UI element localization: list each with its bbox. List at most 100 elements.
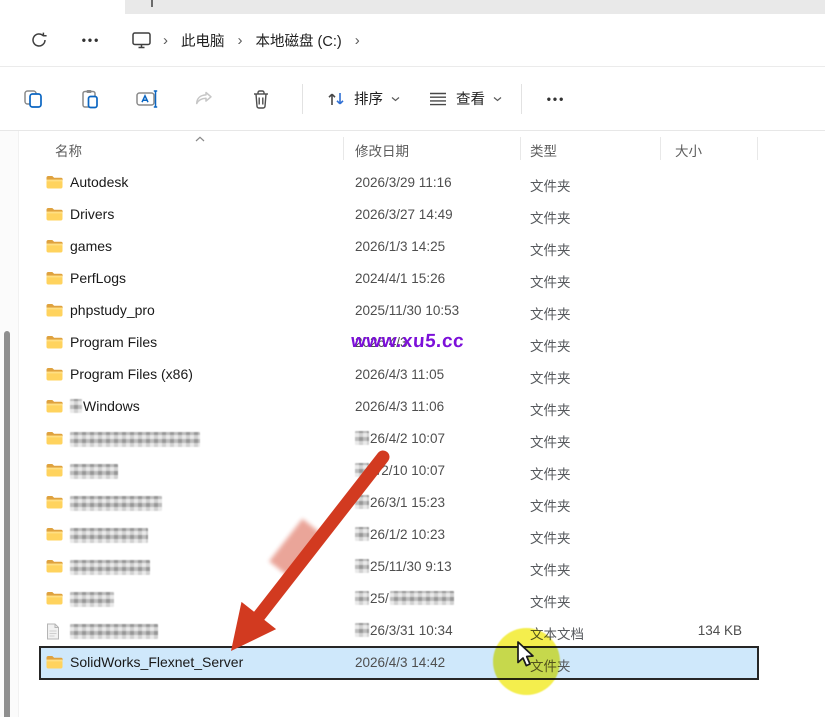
date-modified: 2026/1/3 14:25	[355, 239, 445, 254]
copy-icon	[22, 88, 44, 110]
folder-icon	[46, 463, 63, 477]
censored-file-name	[70, 624, 158, 639]
folder-icon	[46, 431, 63, 445]
tab-strip	[0, 0, 825, 14]
file-row[interactable]: 25/11/30 9:13文件夹	[40, 551, 758, 583]
file-row[interactable]: 25/文件夹	[40, 583, 758, 615]
file-row[interactable]: games2026/1/3 14:25文件夹	[40, 231, 758, 263]
column-header-row: 名称 修改日期 类型 大小	[19, 132, 825, 164]
file-type: 文件夹	[530, 207, 571, 227]
breadcrumb-chevron[interactable]: ›	[156, 32, 175, 49]
sort-button[interactable]: 排序	[315, 81, 411, 117]
nav-more-button[interactable]: •••	[76, 25, 106, 55]
censor-blob	[390, 591, 454, 605]
view-button[interactable]: 查看	[417, 81, 513, 117]
folder-icon	[46, 495, 63, 509]
censor-blob	[70, 399, 82, 413]
file-row-selected[interactable]: SolidWorks_Flexnet_Server2026/4/3 14:42文…	[40, 647, 758, 679]
file-list: Autodesk2026/3/29 11:16文件夹Drivers2026/3/…	[0, 167, 825, 679]
breadcrumb-chevron[interactable]: ›	[231, 32, 250, 49]
date-modified: 26/1/2 10:23	[355, 527, 445, 542]
folder-icon	[46, 335, 63, 349]
censor-blob	[355, 527, 369, 541]
file-row[interactable]: PerfLogs2024/4/1 15:26文件夹	[40, 263, 758, 295]
refresh-icon	[30, 31, 48, 49]
file-size: 134 KB	[580, 623, 742, 638]
date-modified: 26/3/31 10:34	[355, 623, 453, 638]
breadcrumb-this-pc[interactable]: 此电脑	[175, 26, 231, 55]
text-file-icon	[46, 623, 60, 640]
file-row[interactable]: 6/2/10 10:07文件夹	[40, 455, 758, 487]
sort-label: 排序	[354, 88, 383, 109]
file-row[interactable]: 26/4/2 10:07文件夹	[40, 423, 758, 455]
column-header-name[interactable]: 名称	[55, 140, 82, 160]
column-header-date[interactable]: 修改日期	[355, 140, 409, 160]
date-modified: 2026/4/3 14:42	[355, 655, 445, 670]
file-name: Windows	[70, 398, 140, 414]
column-divider[interactable]	[660, 137, 661, 160]
file-name: Program Files (x86)	[70, 366, 193, 382]
folder-icon	[46, 655, 63, 669]
file-row[interactable]: 26/1/2 10:23文件夹	[40, 519, 758, 551]
file-type: 文件夹	[530, 431, 571, 451]
share-button[interactable]	[186, 81, 222, 117]
tab-strip-background	[125, 0, 825, 14]
text-file-icon	[46, 623, 60, 640]
date-modified: 26/3/1 15:23	[355, 495, 445, 510]
folder-icon	[46, 207, 63, 221]
this-pc-icon[interactable]	[126, 25, 156, 55]
column-header-size[interactable]: 大小	[675, 140, 702, 160]
folder-icon	[46, 527, 63, 541]
file-name: games	[70, 238, 112, 254]
command-toolbar: 排序 查看 •••	[0, 67, 825, 131]
folder-icon	[46, 399, 63, 413]
file-row[interactable]: Windows2026/4/3 11:06文件夹	[40, 391, 758, 423]
column-divider[interactable]	[343, 137, 344, 160]
watermark-text: www.xu5.cc	[350, 331, 465, 353]
folder-icon	[46, 271, 63, 285]
folder-icon	[46, 655, 63, 669]
view-list-icon	[428, 91, 448, 107]
file-type: 文件夹	[530, 559, 571, 579]
folder-icon	[46, 335, 63, 349]
breadcrumb-local-disk-c[interactable]: 本地磁盘 (C:)	[250, 26, 348, 55]
file-row[interactable]: Autodesk2026/3/29 11:16文件夹	[40, 167, 758, 199]
file-row[interactable]: phpstudy_pro2025/11/30 10:53文件夹	[40, 295, 758, 327]
folder-icon	[46, 431, 63, 445]
folder-icon	[46, 559, 63, 573]
refresh-button[interactable]	[24, 25, 54, 55]
sort-ascending-caret-icon	[195, 130, 205, 145]
date-modified: 6/2/10 10:07	[355, 463, 445, 478]
toolbar-divider	[521, 84, 522, 114]
file-type: 文件夹	[530, 271, 571, 291]
paste-button[interactable]	[72, 81, 108, 117]
censor-blob	[355, 495, 369, 509]
column-header-type[interactable]: 类型	[530, 140, 557, 160]
censored-file-name	[70, 496, 162, 511]
file-type: 文件夹	[530, 303, 571, 323]
censored-file-name	[70, 464, 118, 479]
breadcrumb-chevron[interactable]: ›	[348, 32, 367, 49]
folder-icon	[46, 303, 63, 317]
rename-button[interactable]	[129, 81, 165, 117]
file-row[interactable]: Program Files (x86)2026/4/3 11:05文件夹	[40, 359, 758, 391]
censor-blob	[355, 463, 369, 477]
folder-icon	[46, 239, 63, 253]
file-row[interactable]: Drivers2026/3/27 14:49文件夹	[40, 199, 758, 231]
copy-button[interactable]	[15, 81, 51, 117]
toolbar-more-button[interactable]: •••	[538, 81, 574, 117]
censored-file-name	[70, 432, 200, 447]
folder-icon	[46, 367, 63, 381]
file-name: Program Files	[70, 334, 157, 350]
column-divider[interactable]	[757, 137, 758, 160]
censored-file-name	[70, 592, 114, 607]
file-name: PerfLogs	[70, 270, 126, 286]
column-divider[interactable]	[520, 137, 521, 160]
censor-blob	[355, 431, 369, 445]
file-row[interactable]: 26/3/1 15:23文件夹	[40, 487, 758, 519]
folder-icon	[46, 559, 63, 573]
file-row[interactable]: 26/3/31 10:34文本文档134 KB	[40, 615, 758, 647]
censor-blob	[355, 591, 369, 605]
window-artifact	[151, 0, 153, 7]
delete-button[interactable]	[243, 81, 279, 117]
